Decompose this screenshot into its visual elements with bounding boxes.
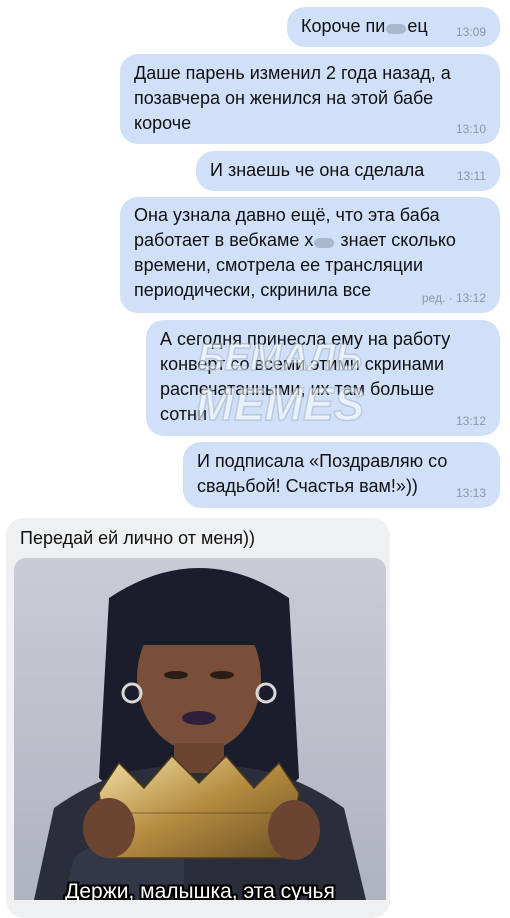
- message-time: 13:09: [455, 25, 486, 39]
- message-time: 13:12: [455, 414, 486, 428]
- message-text: И подписала «Поздравляю со свадьбой! Сча…: [197, 451, 448, 496]
- message-bubble-outgoing[interactable]: И подписала «Поздравляю со свадьбой! Сча…: [183, 442, 500, 508]
- message-text: Даше парень изменил 2 года назад, а поза…: [134, 63, 451, 133]
- message-bubble-outgoing[interactable]: Короче пи ец 13:09: [287, 7, 500, 47]
- message-time: 13:13: [455, 486, 486, 500]
- message-bubble-outgoing[interactable]: И знаешь че она сделала 13:11: [196, 151, 500, 191]
- message-bubble-outgoing[interactable]: Даше парень изменил 2 года назад, а поза…: [120, 54, 500, 144]
- message-time: ред. · 13:12: [421, 291, 486, 305]
- message-text-line: Она узнала давно ещё, что эта баба: [134, 205, 440, 225]
- message-image[interactable]: Держи, малышка, эта сучья: [14, 558, 386, 900]
- message-text-line: работает в вебкаме х знает сколько: [134, 230, 456, 250]
- message-text: Передай ей лично от меня)): [20, 528, 256, 548]
- message-text: А сегодня принесла ему на работу конверт…: [160, 329, 451, 424]
- message-time: 13:10: [455, 122, 486, 136]
- message-text-line: времени, смотрела ее трансляции: [134, 255, 424, 275]
- message-text: И знаешь че она сделала: [210, 160, 425, 180]
- message-bubble-outgoing[interactable]: А сегодня принесла ему на работу конверт…: [146, 320, 500, 436]
- image-caption: Держи, малышка, эта сучья: [65, 880, 335, 900]
- message-time: 13:11: [456, 169, 486, 183]
- censor-blur-icon: [385, 19, 407, 35]
- censor-blur-icon: [313, 233, 335, 249]
- message-bubble-outgoing[interactable]: Она узнала давно ещё, что эта баба работ…: [120, 197, 500, 313]
